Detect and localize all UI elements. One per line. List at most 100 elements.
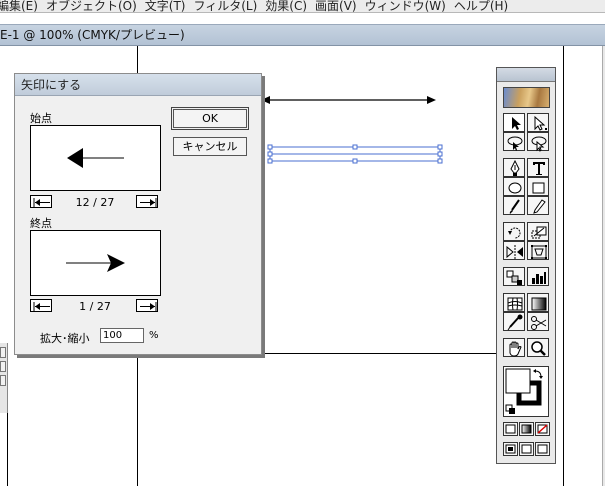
step-right-icon	[140, 302, 157, 311]
end-prev-button[interactable]	[30, 299, 52, 312]
start-arrow-preview	[30, 125, 161, 191]
mesh-tool-icon	[507, 297, 523, 311]
type-tool-icon	[533, 162, 545, 175]
dialog-title-bar[interactable]: 矢印にする	[15, 74, 261, 96]
none-mode-button[interactable]	[535, 422, 550, 436]
zoom-tool[interactable]	[527, 338, 549, 357]
scissors-tool[interactable]	[527, 312, 549, 331]
menu-item[interactable]: ヘルプ(H)	[454, 0, 516, 12]
scale-tool-icon	[531, 226, 547, 239]
start-label: 始点	[30, 112, 52, 125]
pencil-tool-icon	[533, 199, 546, 214]
rectangle-tool-icon	[532, 182, 545, 194]
pen-tool[interactable]	[503, 158, 525, 177]
document-title: E-1 @ 100% (CMYK/プレビュー)	[0, 28, 185, 42]
end-counter: 1 / 27	[79, 300, 111, 313]
rotate-tool-icon	[508, 227, 521, 239]
pencil-tool[interactable]	[527, 196, 549, 215]
rectangle-tool[interactable]	[527, 177, 549, 196]
lasso-tool-icon	[507, 136, 523, 151]
paintbrush-tool[interactable]	[503, 196, 525, 215]
reflect-tool[interactable]	[503, 241, 525, 260]
palette-grip[interactable]	[497, 68, 555, 82]
screen-mode-full[interactable]	[535, 442, 550, 456]
arrow-right-icon	[66, 254, 125, 272]
hand-tool[interactable]	[503, 338, 525, 357]
scale-label: 拡大･縮小	[40, 332, 90, 345]
mesh-tool[interactable]	[503, 293, 525, 312]
lasso-tool[interactable]	[503, 132, 525, 151]
artwork[interactable]	[255, 88, 455, 168]
gradient-mode-button[interactable]	[519, 422, 534, 436]
dialog-title: 矢印にする	[21, 78, 82, 92]
ok-button[interactable]: OK	[173, 109, 247, 128]
standard-screen-icon	[505, 444, 516, 454]
end-arrow-preview	[30, 230, 161, 296]
double-arrow-line[interactable]	[261, 96, 436, 104]
graph-tool-icon	[532, 272, 546, 284]
eyedropper-tool[interactable]	[503, 312, 525, 331]
menu-item[interactable]: 画面(V)	[315, 0, 365, 12]
color-icon	[505, 424, 516, 434]
start-counter: 12 / 27	[75, 196, 115, 209]
scissors-tool-icon	[531, 316, 547, 330]
scale-input[interactable]	[100, 328, 144, 343]
menu-item[interactable]: 文字(T)	[145, 0, 194, 12]
step-left-icon	[33, 198, 50, 207]
document-title-bar[interactable]: E-1 @ 100% (CMYK/プレビュー)	[0, 24, 605, 46]
menu-item[interactable]: フィルタ(L)	[193, 0, 265, 12]
paintbrush-tool-icon	[509, 199, 520, 214]
free-transform-tool-icon	[531, 245, 547, 259]
ellipse-tool-icon	[508, 182, 522, 194]
blend-tool[interactable]	[503, 267, 525, 286]
selected-rectangle[interactable]	[267, 144, 443, 164]
scale-tool[interactable]	[527, 222, 549, 241]
panel-button[interactable]	[0, 375, 6, 386]
blend-tool-icon	[506, 270, 522, 285]
menu-item[interactable]: オブジェクト(O)	[46, 0, 145, 12]
menu-item[interactable]: ウィンドウ(W)	[365, 0, 454, 12]
tool-palette	[496, 67, 556, 464]
end-label: 終点	[30, 217, 52, 230]
screen-mode-standard[interactable]	[503, 442, 518, 456]
full-screen-icon	[537, 444, 548, 454]
zoom-tool-icon	[531, 341, 546, 356]
graph-tool[interactable]	[527, 267, 549, 286]
scale-unit: %	[149, 330, 159, 341]
fill-stroke-swatches[interactable]	[504, 367, 548, 416]
arrow-left-icon	[67, 148, 124, 168]
cancel-button[interactable]: キャンセル	[173, 137, 247, 156]
step-left-icon	[33, 302, 50, 311]
color-mode-button[interactable]	[503, 422, 518, 436]
reflect-tool-icon	[506, 245, 523, 259]
menu-item[interactable]: 効果(C)	[265, 0, 315, 12]
pen-tool-icon	[510, 159, 520, 176]
start-prev-button[interactable]	[30, 195, 52, 208]
free-transform-tool[interactable]	[527, 241, 549, 260]
app-logo-icon[interactable]	[503, 87, 550, 108]
gradient-tool[interactable]	[527, 293, 549, 312]
rotate-tool[interactable]	[503, 222, 525, 241]
start-next-button[interactable]	[136, 195, 158, 208]
type-tool[interactable]	[527, 158, 549, 177]
eyedropper-tool-icon	[507, 314, 523, 331]
gradient-icon	[521, 424, 532, 434]
end-next-button[interactable]	[136, 299, 158, 312]
selection-tool[interactable]	[503, 113, 525, 132]
step-right-icon	[140, 198, 157, 207]
fill-stroke-well	[503, 366, 549, 417]
direct-lasso-tool[interactable]	[527, 132, 549, 152]
ellipse-tool[interactable]	[503, 177, 525, 196]
screen-mode-full-menu[interactable]	[519, 442, 534, 456]
arrowheads-dialog: 矢印にする 始点 12 / 27 終点 1 / 27 OK キャンセル 拡大･縮…	[14, 73, 262, 355]
direct-selection-tool[interactable]	[527, 113, 549, 132]
panel-button[interactable]	[0, 347, 6, 358]
collapsed-panel[interactable]	[0, 343, 8, 413]
panel-button[interactable]	[0, 361, 6, 372]
selection-tool-icon	[512, 117, 521, 130]
menu-item[interactable]: 編集(E)	[0, 0, 46, 12]
direct-selection-tool-icon	[534, 115, 547, 131]
page-edge-right	[563, 46, 564, 486]
full-screen-menu-icon	[521, 444, 532, 454]
gradient-tool-icon	[531, 297, 547, 311]
